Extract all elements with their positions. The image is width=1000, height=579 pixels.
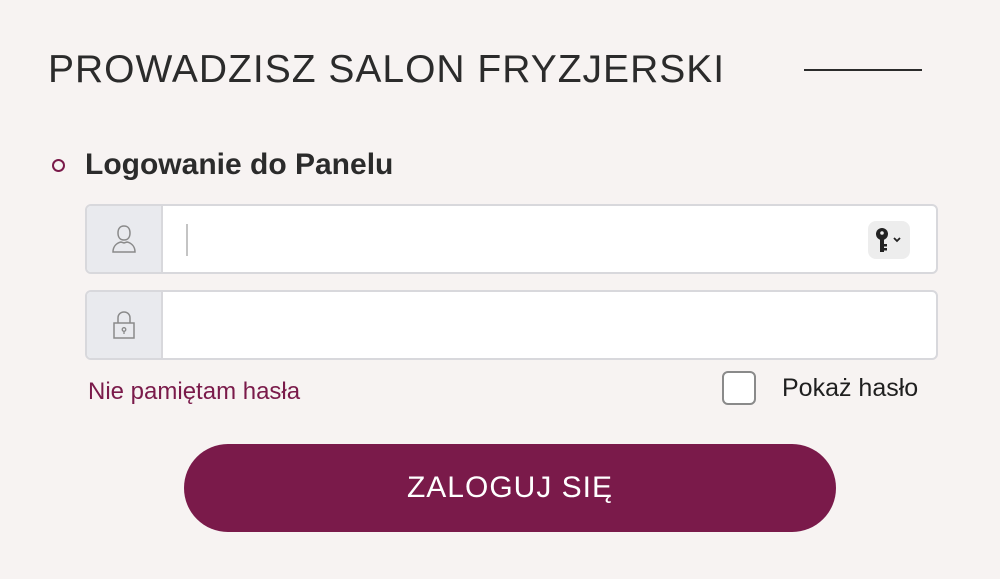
autofill-key-button[interactable] [868, 221, 910, 259]
login-input[interactable] [163, 206, 936, 272]
page-header: PROWADZISZ SALON FRYZJERSKI [48, 44, 928, 96]
user-icon [112, 225, 136, 253]
login-input-group [85, 204, 938, 274]
show-password-checkbox[interactable] [722, 371, 756, 405]
lock-icon-addon [87, 292, 163, 358]
login-submit-button[interactable]: ZALOGUJ SIĘ [184, 444, 836, 532]
user-icon-addon [87, 206, 163, 272]
lock-icon [113, 311, 135, 339]
page-title: PROWADZISZ SALON FRYZJERSKI [48, 48, 726, 91]
password-input-group [85, 290, 938, 360]
title-divider [804, 69, 922, 71]
login-section-header: Logowanie do Panelu [52, 142, 652, 188]
text-caret [186, 224, 188, 256]
section-title: Logowanie do Panelu [85, 148, 394, 181]
show-password-toggle[interactable]: Pokaż hasło [722, 370, 936, 410]
key-icon [876, 228, 901, 252]
circle-bullet-icon [52, 159, 65, 172]
show-password-label[interactable]: Pokaż hasło [782, 370, 918, 406]
forgot-password-link[interactable]: Nie pamiętam hasła [88, 374, 300, 410]
password-input[interactable] [163, 292, 936, 358]
